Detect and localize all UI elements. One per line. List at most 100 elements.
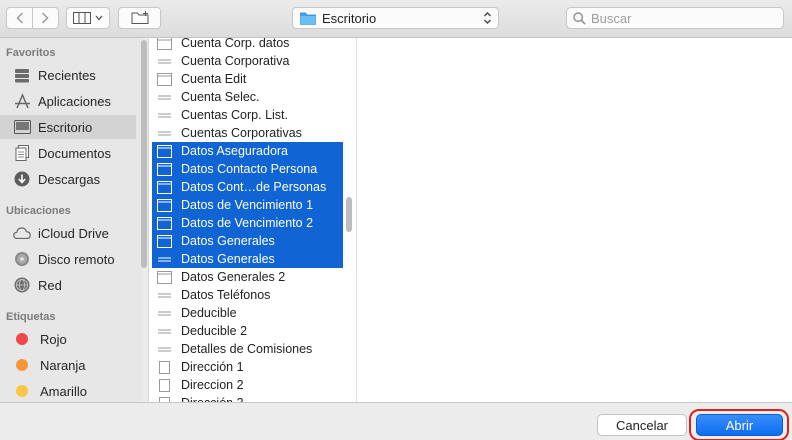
file-row[interactable]: Datos Generales [152, 232, 343, 250]
sidebar-item-disco-remoto[interactable]: Disco remoto [0, 247, 136, 271]
red-tag-dot-icon [16, 333, 28, 345]
file-row[interactable]: Datos Generales [152, 250, 343, 268]
file-name: Datos Generales [181, 234, 275, 248]
new-folder-icon [131, 11, 148, 24]
form-icon [157, 289, 172, 302]
open-button[interactable]: Abrir [696, 414, 783, 436]
file-row[interactable]: Cuentas Corporativas [152, 124, 343, 142]
file-column: Cuenta Corp. datos Cuenta Corporativa Cuen… [149, 38, 357, 402]
file-row[interactable]: Datos de Vencimiento 1 [152, 196, 343, 214]
file-name: Datos Generales 2 [181, 270, 286, 284]
documents-icon [13, 144, 31, 162]
location-label: Escritorio [322, 10, 377, 26]
search-field[interactable] [566, 7, 784, 29]
file-row[interactable]: Datos Aseguradora [152, 142, 343, 160]
sidebar-header-ubicaciones: Ubicaciones [6, 205, 71, 217]
bottom-bar: Cancelar Abrir [0, 402, 792, 440]
forward-button[interactable] [33, 8, 58, 28]
page-icon [157, 360, 172, 374]
sidebar-item-icloud-drive[interactable]: iCloud Drive [0, 221, 136, 245]
sidebar-item-aplicaciones[interactable]: Aplicaciones [0, 89, 136, 113]
sidebar-item-label: Aplicaciones [38, 93, 111, 109]
file-row[interactable]: Cuenta Corp. datos [152, 38, 343, 52]
sidebar-scrollbar[interactable] [141, 40, 147, 268]
document-icon [157, 198, 172, 212]
sidebar-item-label: Red [38, 277, 62, 293]
new-folder-button[interactable] [118, 7, 161, 29]
file-name: Cuenta Selec. [181, 90, 260, 104]
file-row[interactable]: Cuenta Selec. [152, 88, 343, 106]
back-button[interactable] [7, 8, 32, 28]
form-icon [157, 109, 172, 122]
open-file-dialog: Escritorio Favoritos Recientes Aplicacio… [0, 0, 792, 440]
document-icon [157, 234, 172, 248]
file-row[interactable]: Datos Teléfonos [152, 286, 343, 304]
preview-area [357, 38, 792, 402]
sidebar-header-favoritos: Favoritos [6, 47, 56, 59]
file-name: Datos Aseguradora [181, 144, 289, 158]
file-row[interactable]: Cuenta Corporativa [152, 52, 343, 70]
sidebar-item-label: Documentos [38, 145, 111, 161]
file-row[interactable]: Dirección 3 [152, 394, 343, 402]
desktop-icon [13, 118, 31, 136]
file-name: Datos Generales [181, 252, 275, 266]
form-icon [157, 55, 172, 68]
file-name: Deducible 2 [181, 324, 248, 338]
view-mode-button[interactable] [66, 7, 110, 29]
sidebar-item-label: Disco remoto [38, 251, 115, 267]
sidebar-item-label: iCloud Drive [38, 225, 109, 241]
file-row[interactable]: Direccion 2 [152, 376, 343, 394]
file-row[interactable]: Datos Contacto Persona [152, 160, 343, 178]
sidebar-item-label: Amarillo [40, 383, 87, 399]
file-row[interactable]: Datos Cont…de Personas [152, 178, 343, 196]
file-name: Deducible [181, 306, 237, 320]
sidebar-item-tag-naranja[interactable]: Naranja [0, 353, 136, 377]
sidebar-item-label: Rojo [40, 331, 67, 347]
file-name: Datos de Vencimiento 1 [181, 198, 314, 212]
location-popup[interactable]: Escritorio [292, 7, 499, 29]
sidebar-item-documentos[interactable]: Documentos [0, 141, 136, 165]
file-row[interactable]: Dirección 1 [152, 358, 343, 376]
sidebar: Favoritos Recientes Aplicaciones Escrito… [0, 38, 142, 402]
sidebar-item-descargas[interactable]: Descargas [0, 167, 136, 191]
sidebar-item-recientes[interactable]: Recientes [0, 63, 136, 87]
sidebar-item-tag-rojo[interactable]: Rojo [0, 327, 136, 351]
file-name: Cuenta Corporativa [181, 54, 290, 68]
file-row[interactable]: Detalles de Comisiones [152, 340, 343, 358]
form-icon [157, 325, 172, 338]
document-icon [157, 180, 172, 194]
recents-icon [13, 66, 31, 84]
search-input[interactable] [591, 10, 771, 26]
file-name: Datos Teléfonos [181, 288, 271, 302]
file-row[interactable]: Cuenta Edit [152, 70, 343, 88]
form-icon [157, 253, 172, 266]
network-icon [13, 276, 31, 294]
downloads-icon [13, 170, 31, 188]
file-name: Datos Cont…de Personas [181, 180, 327, 194]
file-name: Cuenta Corp. datos [181, 38, 290, 50]
cloud-icon [13, 224, 31, 242]
file-row[interactable]: Cuentas Corp. List. [152, 106, 343, 124]
file-row[interactable]: Datos Generales 2 [152, 268, 343, 286]
document-icon [157, 216, 172, 230]
file-row[interactable]: Deducible [152, 304, 343, 322]
chevron-left-icon [15, 12, 23, 24]
file-column-scrollbar[interactable] [346, 197, 352, 232]
sidebar-item-escritorio[interactable]: Escritorio [0, 115, 136, 139]
document-icon [157, 144, 172, 158]
file-name: Cuentas Corp. List. [181, 108, 288, 122]
file-name: Datos Contacto Persona [181, 162, 318, 176]
cancel-button[interactable]: Cancelar [597, 414, 687, 436]
file-row[interactable]: Datos de Vencimiento 2 [152, 214, 343, 232]
sidebar-item-label: Descargas [38, 171, 101, 187]
form-icon [157, 307, 172, 320]
disc-icon [13, 250, 31, 268]
sidebar-item-tag-amarillo[interactable]: Amarillo [0, 379, 136, 402]
file-name: Dirección 1 [181, 360, 244, 374]
sidebar-item-red[interactable]: Red [0, 273, 136, 297]
file-row[interactable]: Deducible 2 [152, 322, 343, 340]
file-name: Datos de Vencimiento 2 [181, 216, 314, 230]
chevron-right-icon [42, 12, 50, 24]
form-icon [157, 127, 172, 140]
file-name: Direccion 2 [181, 378, 244, 392]
